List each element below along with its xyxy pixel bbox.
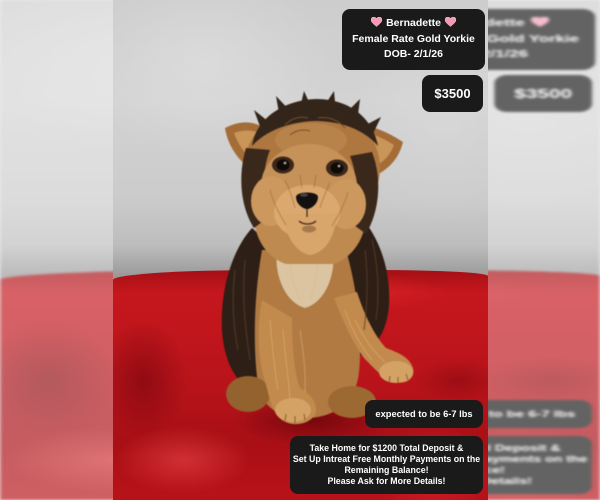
- left-eye: [276, 159, 290, 171]
- weight-label: expected to be 6-7 lbs: [375, 409, 473, 419]
- pink-heart-icon: [371, 17, 383, 27]
- price-caption: $3500: [422, 75, 483, 112]
- right-eye-glint: [337, 164, 341, 168]
- price-label: $3500: [434, 86, 471, 101]
- nose-highlight: [300, 193, 308, 197]
- weight-caption: expected to be 6-7 lbs: [365, 400, 483, 428]
- image-frame: Bernadette Female Rate Gold Yorkie DOB- …: [0, 0, 600, 500]
- left-haunch: [226, 376, 270, 412]
- puppy-name: Bernadette: [386, 17, 441, 29]
- puppy-photo: Bernadette Female Rate Gold Yorkie DOB- …: [113, 0, 488, 500]
- deposit-caption: Take Home for $1200 Total Deposit & Set …: [290, 436, 483, 494]
- pink-heart-icon: [444, 17, 456, 27]
- chin-shadow: [302, 225, 316, 233]
- deposit-line: Please Ask for More Details!: [327, 476, 446, 486]
- deposit-line: Take Home for $1200 Total Deposit &: [309, 443, 464, 453]
- deposit-line: Set Up Intreat Free Monthly Payments on …: [292, 454, 481, 464]
- front-left-paw: [275, 398, 311, 422]
- breed-line: Female Rate Gold Yorkie: [352, 32, 475, 45]
- left-eye-glint: [283, 161, 287, 165]
- deposit-line: Remaining Balance!: [344, 465, 429, 475]
- right-eye: [330, 162, 344, 174]
- puppy-info-caption: Bernadette Female Rate Gold Yorkie DOB- …: [342, 9, 485, 70]
- name-line: Bernadette: [342, 16, 485, 32]
- dob-line: DOB- 2/1/26: [384, 48, 443, 60]
